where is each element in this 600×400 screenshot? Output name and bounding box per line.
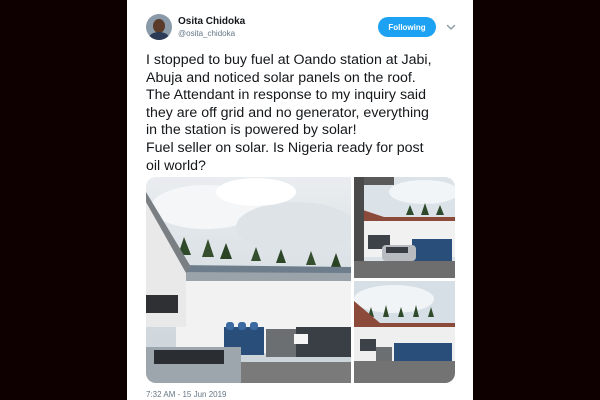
avatar[interactable] <box>146 14 172 40</box>
tweet-line: they are off grid and no generator, ever… <box>146 104 429 121</box>
author-name[interactable]: Osita Chidoka <box>178 16 245 27</box>
media-photo-main[interactable] <box>146 177 351 383</box>
tweet-line: in the station is powered by solar! <box>146 122 357 139</box>
tweet-timestamp[interactable]: 7:32 AM - 15 Jun 2019 <box>146 390 227 399</box>
media-photo-top-right[interactable] <box>354 177 455 278</box>
tweet-line: oil world? <box>146 157 206 174</box>
media-photo-bottom-right[interactable] <box>354 281 455 383</box>
avatar-face <box>153 19 165 33</box>
avatar-shirt <box>149 32 169 40</box>
tweet-line: Fuel seller on solar. Is Nigeria ready f… <box>146 139 424 156</box>
tweet-header: Osita Chidoka @osita_chidoka Following <box>127 0 473 45</box>
tweet-line: The Attendant in response to my inquiry … <box>146 87 426 104</box>
tweet-line: I stopped to buy fuel at Oando station a… <box>146 52 432 68</box>
tweet-text: I stopped to buy fuel at Oando station a… <box>146 52 464 175</box>
author-handle[interactable]: @osita_chidoka <box>178 29 235 38</box>
tweet-card: Osita Chidoka @osita_chidoka Following I… <box>127 0 473 400</box>
chevron-down-icon[interactable] <box>445 21 457 33</box>
tweet-line: Abuja and noticed solar panels on the ro… <box>146 69 416 86</box>
following-button[interactable]: Following <box>378 17 436 37</box>
media-grid <box>146 177 455 383</box>
